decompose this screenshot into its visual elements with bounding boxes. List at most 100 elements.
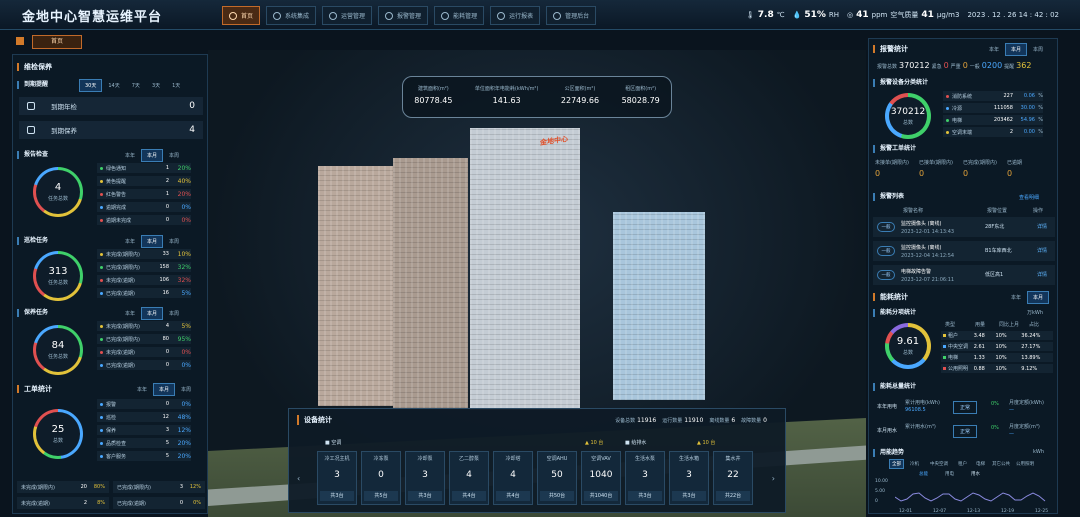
alarm-level-badge[interactable]: 一般	[877, 246, 895, 256]
period-tab[interactable]: 本周	[163, 235, 185, 248]
work-footer-item[interactable]: 已完成(逾期) 0 0%	[113, 497, 205, 509]
nav-item-5[interactable]: 运行报表	[490, 6, 541, 25]
work-footer-item[interactable]: 已完成(期限内) 3 12%	[113, 481, 205, 493]
equip-card[interactable]: 生活水箱 3 共3台	[669, 451, 709, 505]
building-east[interactable]	[613, 212, 705, 400]
quota-status[interactable]: 正常	[953, 401, 978, 414]
period-tab[interactable]: 本年	[1005, 291, 1027, 304]
alarm-cat-row[interactable]: 冷源 111058 30.00%	[943, 103, 1043, 113]
list-item[interactable]: 已完成(期限内) 80 95%	[97, 334, 191, 344]
period-tab[interactable]: 本年	[131, 383, 153, 396]
due-tab[interactable]: 7天	[126, 79, 146, 92]
list-item[interactable]: 逾期完成 0 0%	[97, 202, 191, 212]
nav-item-6[interactable]: 管理后台	[546, 6, 597, 25]
nav-item-2[interactable]: 运营管理	[322, 6, 373, 25]
period-tab[interactable]: 本周	[175, 383, 197, 396]
trend-tab[interactable]: 其它公共	[989, 459, 1013, 469]
quota-status[interactable]: 正常	[953, 425, 978, 438]
equip-card[interactable]: 空调AHU 50 共50台	[537, 451, 577, 505]
trend-tab[interactable]: 全部	[889, 459, 904, 469]
period-tab[interactable]: 本月	[1027, 291, 1050, 304]
period-tab[interactable]: 本年	[983, 43, 1005, 56]
nav-item-1[interactable]: 系统集成	[266, 6, 317, 25]
nav-item-3[interactable]: 报警管理	[378, 6, 429, 25]
building-west-a[interactable]	[318, 166, 393, 406]
due-tab[interactable]: 3天	[146, 79, 166, 92]
trend-tab[interactable]: 中央空调	[927, 459, 951, 469]
list-item[interactable]: 客户服务 5 20%	[97, 451, 191, 461]
period-tab[interactable]: 本周	[163, 307, 185, 320]
list-item[interactable]: 红色警告 1 20%	[97, 189, 191, 199]
equip-card[interactable]: 冷工况主机 3 共3台	[317, 451, 357, 505]
trend-tab[interactable]: 公用照明	[1013, 459, 1037, 469]
alarm-list-item[interactable]: 一般 监控摄像头 (离线) 2023-12-04 14:12:54 B1车库西北 详情	[873, 241, 1055, 261]
building-tower[interactable]	[470, 128, 580, 410]
alarm-level-badge[interactable]: 一般	[877, 222, 895, 232]
period-tab[interactable]: 本月	[141, 235, 164, 248]
energy-row[interactable]: 中央空调 2.61 10% 27.17%	[941, 342, 1053, 351]
list-item[interactable]: 保养 3 12%	[97, 425, 191, 435]
alarm-list-item[interactable]: 一般 电梯故障告警 2023-12-07 21:06:11 低区高1 详情	[873, 265, 1055, 285]
work-footer-item[interactable]: 未完成(期限内) 20 80%	[17, 481, 109, 493]
period-tab[interactable]: 本月	[141, 307, 164, 320]
period-tab[interactable]: 本月	[141, 149, 164, 162]
tab-home[interactable]: 首页	[32, 35, 82, 49]
list-item[interactable]: 未完成(期限内) 33 10%	[97, 249, 191, 259]
nav-item-0[interactable]: 首页	[222, 6, 261, 25]
due-tab[interactable]: 30天	[79, 79, 103, 92]
trend-tab[interactable]: 冷机	[907, 459, 922, 469]
building-west-b[interactable]	[393, 158, 468, 408]
trend-tab[interactable]: 电梯	[973, 459, 988, 469]
equip-prev-arrow[interactable]: ‹	[297, 474, 300, 483]
alarm-cat-row[interactable]: 消防系统 227 0.06%	[943, 91, 1043, 101]
equip-next-arrow[interactable]: ›	[772, 474, 775, 483]
nav-item-4[interactable]: 能耗管理	[434, 6, 485, 25]
list-item[interactable]: 黄色提醒 2 40%	[97, 176, 191, 186]
list-item[interactable]: 绿色通知 1 20%	[97, 163, 191, 173]
period-tab[interactable]: 本年	[119, 235, 141, 248]
period-tab[interactable]: 本月	[153, 383, 176, 396]
alarm-more-link[interactable]: 查看明细	[1019, 194, 1039, 201]
home-icon[interactable]	[16, 37, 24, 45]
due-tab[interactable]: 1天	[166, 79, 186, 92]
list-item[interactable]: 已完成(逾期) 16 5%	[97, 288, 191, 298]
annual-row[interactable]: 到期年检 0	[19, 97, 203, 115]
list-item[interactable]: 未完成(逾期) 0 0%	[97, 347, 191, 357]
energy-row[interactable]: 电梯 1.33 10% 13.89%	[941, 353, 1053, 362]
alarm-list-item[interactable]: 一般 监控摄像头 (离线) 2023-12-01 14:13:43 28F东北 详情	[873, 217, 1055, 237]
list-item[interactable]: 逾期未完成 0 0%	[97, 215, 191, 225]
equip-alarm-badge-water[interactable]: ▲ 10 台	[697, 439, 715, 446]
alarm-detail-link[interactable]: 详情	[1037, 223, 1047, 230]
period-tab[interactable]: 本周	[1027, 43, 1049, 56]
alarm-cat-row[interactable]: 空调末端 2 0.00%	[943, 127, 1043, 137]
service-row[interactable]: 到期保养 4	[19, 121, 203, 139]
period-tab[interactable]: 本周	[163, 149, 185, 162]
equip-card[interactable]: 生活水泵 3 共3台	[625, 451, 665, 505]
list-item[interactable]: 已完成(逾期) 0 0%	[97, 360, 191, 370]
equip-card[interactable]: 冷却塔 4 共4台	[493, 451, 533, 505]
equip-card[interactable]: 集水井 22 共22台	[713, 451, 753, 505]
list-item[interactable]: 未完成(期限内) 4 5%	[97, 321, 191, 331]
period-tab[interactable]: 本年	[119, 307, 141, 320]
equip-card[interactable]: 冷冻泵 0 共5台	[361, 451, 401, 505]
alarm-detail-link[interactable]: 详情	[1037, 247, 1047, 254]
work-footer-item[interactable]: 未完成(逾期) 2 8%	[17, 497, 109, 509]
due-tab[interactable]: 14天	[102, 79, 125, 92]
trend-tab[interactable]: 租户	[955, 459, 970, 469]
period-tab[interactable]: 本年	[119, 149, 141, 162]
equip-card[interactable]: 乙二醇泵 4 共4台	[449, 451, 489, 505]
equip-card[interactable]: 空调VAV 1040 共1040台	[581, 451, 621, 505]
alarm-cat-row[interactable]: 电梯 203462 54.96%	[943, 115, 1043, 125]
list-item[interactable]: 品质检查 5 20%	[97, 438, 191, 448]
equip-card[interactable]: 冷却泵 3 共3台	[405, 451, 445, 505]
alarm-detail-link[interactable]: 详情	[1037, 271, 1047, 278]
equip-alarm-badge-ac[interactable]: ▲ 10 台	[585, 439, 603, 446]
list-item[interactable]: 巡检 12 48%	[97, 412, 191, 422]
period-tab[interactable]: 本月	[1005, 43, 1028, 56]
list-item[interactable]: 已完成(期限内) 158 32%	[97, 262, 191, 272]
list-item[interactable]: 未完成(逾期) 106 32%	[97, 275, 191, 285]
energy-row[interactable]: 公用照明 0.88 10% 9.12%	[941, 364, 1053, 373]
energy-row[interactable]: 租户 3.48 10% 36.24%	[941, 331, 1053, 340]
list-item[interactable]: 报警 0 0%	[97, 399, 191, 409]
alarm-level-badge[interactable]: 一般	[877, 270, 895, 280]
